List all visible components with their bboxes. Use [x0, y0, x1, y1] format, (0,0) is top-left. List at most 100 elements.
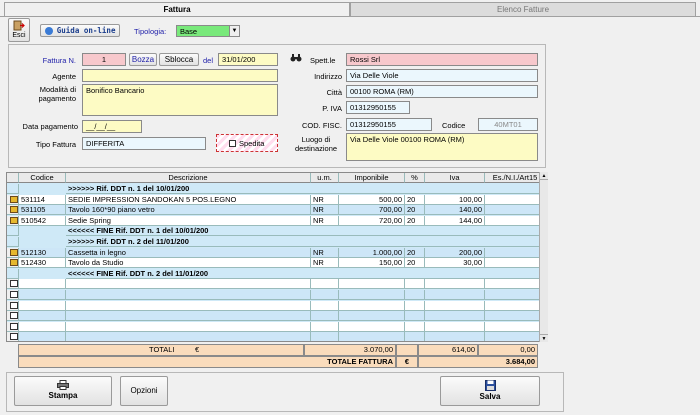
empty-cell[interactable] — [339, 290, 405, 300]
cell-imponibile[interactable]: 1.000,00 — [339, 247, 405, 258]
cell-imponibile[interactable]: 500,00 — [339, 194, 405, 205]
binoculars-icon[interactable] — [290, 53, 302, 64]
cell-descrizione[interactable]: Tavolo 160*90 piano vetro — [66, 205, 311, 216]
cell-um[interactable]: NR — [311, 247, 339, 258]
table-row[interactable]: 531114 SEDIE IMPRESSION SANDOKAN 5 POS.LE… — [7, 194, 547, 205]
cell-iva[interactable]: 140,00 — [425, 205, 485, 216]
empty-cell[interactable] — [485, 311, 546, 322]
empty-cell[interactable] — [311, 311, 339, 322]
cell-um[interactable]: NR — [311, 215, 339, 226]
esci-button[interactable]: Esci — [8, 18, 30, 42]
piva-field[interactable]: 01312950155 — [346, 101, 410, 114]
empty-cell[interactable] — [405, 300, 425, 311]
empty-cell[interactable] — [19, 290, 66, 300]
empty-cell[interactable] — [66, 290, 311, 300]
cell-iva[interactable]: 200,00 — [425, 247, 485, 258]
fattura-number-field[interactable]: 1 — [82, 53, 126, 66]
table-row[interactable]: 512430 Tavolo da Studio NR 150,00 20 30,00 — [7, 258, 547, 269]
ddt-reference-row[interactable]: >>>>>> Rif. DDT n. 1 del 10/01/200 — [7, 184, 547, 194]
cell-es[interactable] — [485, 194, 546, 205]
table-row[interactable]: 512130 Cassetta in legno NR 1.000,00 20 200,0… — [7, 247, 547, 258]
column-header[interactable]: Es./N.I./Art15 — [485, 173, 546, 183]
citta-field[interactable]: 00100 ROMA (RM) — [346, 85, 538, 98]
empty-cell[interactable] — [311, 300, 339, 311]
cell-descrizione[interactable]: Sedie Spring — [66, 215, 311, 226]
opzioni-button[interactable]: Opzioni — [120, 376, 168, 406]
empty-cell[interactable] — [485, 290, 546, 300]
cell-iva[interactable]: 144,00 — [425, 215, 485, 226]
cell-perc[interactable]: 20 — [405, 258, 425, 269]
empty-cell[interactable] — [425, 290, 485, 300]
empty-cell[interactable] — [485, 332, 546, 341]
spedita-checkbox[interactable]: Spedita — [216, 134, 278, 152]
modalita-pagamento-field[interactable]: Bonifico Bancario — [82, 84, 278, 116]
invoice-date-field[interactable]: 31/01/200 — [218, 53, 278, 66]
column-header[interactable]: Imponibile — [339, 173, 405, 183]
empty-cell[interactable] — [405, 290, 425, 300]
cell-descrizione[interactable]: Tavolo da Studio — [66, 258, 311, 269]
cell-imponibile[interactable]: 150,00 — [339, 258, 405, 269]
spett-field[interactable]: Rossi Srl — [346, 53, 538, 66]
sblocca-button[interactable]: Sblocca — [159, 53, 199, 66]
cell-um[interactable]: NR — [311, 205, 339, 216]
cell-imponibile[interactable]: 700,00 — [339, 205, 405, 216]
cell-codice[interactable]: 531114 — [19, 194, 66, 205]
column-header[interactable]: % — [405, 173, 425, 183]
empty-cell[interactable] — [19, 332, 66, 341]
empty-row[interactable] — [7, 279, 547, 290]
data-pagamento-field[interactable]: __/__/__ — [82, 120, 142, 133]
cell-um[interactable]: NR — [311, 258, 339, 269]
empty-cell[interactable] — [66, 279, 311, 290]
bozza-button[interactable]: Bozza — [129, 53, 157, 66]
cell-iva[interactable]: 30,00 — [425, 258, 485, 269]
empty-cell[interactable] — [425, 279, 485, 290]
empty-row[interactable] — [7, 321, 547, 332]
guida-online-button[interactable]: Guida on-line — [40, 24, 120, 37]
table-row[interactable]: 510542 Sedie Spring NR 720,00 20 144,00 — [7, 215, 547, 226]
empty-cell[interactable] — [425, 300, 485, 311]
column-header[interactable]: u.m. — [311, 173, 339, 183]
indirizzo-field[interactable]: Via Delle Viole — [346, 69, 538, 82]
empty-cell[interactable] — [485, 300, 546, 311]
empty-cell[interactable] — [339, 311, 405, 322]
cell-codice[interactable]: 512130 — [19, 247, 66, 258]
cell-um[interactable]: NR — [311, 194, 339, 205]
empty-cell[interactable] — [19, 311, 66, 322]
cell-iva[interactable]: 100,00 — [425, 194, 485, 205]
empty-cell[interactable] — [19, 321, 66, 332]
empty-cell[interactable] — [485, 279, 546, 290]
tab-elenco-fatture[interactable]: Elenco Fatture — [350, 2, 696, 16]
cell-es[interactable] — [485, 215, 546, 226]
agente-field[interactable] — [82, 69, 278, 82]
empty-cell[interactable] — [19, 300, 66, 311]
scroll-up-icon[interactable]: ▲ — [540, 172, 548, 180]
cell-perc[interactable]: 20 — [405, 205, 425, 216]
cell-perc[interactable]: 20 — [405, 215, 425, 226]
empty-row[interactable] — [7, 290, 547, 300]
empty-cell[interactable] — [19, 279, 66, 290]
empty-row[interactable] — [7, 332, 547, 341]
tipo-fattura-field[interactable]: DIFFERITA — [82, 137, 206, 150]
luogo-destinazione-field[interactable]: Via Delle Viole 00100 ROMA (RM) — [346, 133, 538, 161]
scroll-down-icon[interactable]: ▼ — [540, 334, 548, 342]
cell-codice[interactable]: 512430 — [19, 258, 66, 269]
empty-cell[interactable] — [405, 311, 425, 322]
codfisc-field[interactable]: 01312950155 — [346, 118, 432, 131]
empty-cell[interactable] — [339, 332, 405, 341]
empty-cell[interactable] — [66, 332, 311, 341]
empty-cell[interactable] — [339, 279, 405, 290]
tipologia-select[interactable]: Base ▼ — [176, 25, 240, 37]
empty-cell[interactable] — [425, 321, 485, 332]
empty-cell[interactable] — [311, 290, 339, 300]
empty-cell[interactable] — [339, 300, 405, 311]
empty-cell[interactable] — [311, 279, 339, 290]
cell-imponibile[interactable]: 720,00 — [339, 215, 405, 226]
column-header[interactable]: Iva — [425, 173, 485, 183]
codice-field[interactable]: 40MT01 — [478, 118, 538, 131]
empty-cell[interactable] — [405, 321, 425, 332]
empty-cell[interactable] — [311, 332, 339, 341]
cell-perc[interactable]: 20 — [405, 194, 425, 205]
table-row[interactable]: 531105 Tavolo 160*90 piano vetro NR 700,00 2… — [7, 205, 547, 216]
empty-row[interactable] — [7, 311, 547, 322]
column-header[interactable]: Codice — [19, 173, 66, 183]
